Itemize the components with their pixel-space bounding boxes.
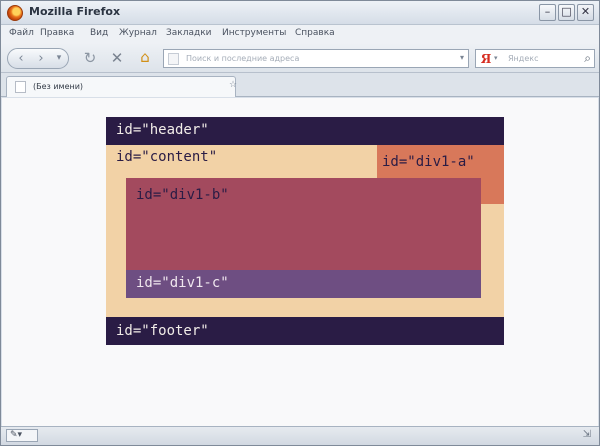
page-favicon-icon <box>168 53 179 65</box>
header-label: id="header" <box>116 122 209 138</box>
footer-label: id="footer" <box>116 323 209 339</box>
title-bar: Mozilla Firefox – □ ✕ <box>1 1 599 25</box>
back-forward-group: ‹ › ▾ <box>7 48 69 69</box>
minimize-button[interactable]: – <box>539 4 556 21</box>
search-bar[interactable]: Я ▾ Яндекс ⌕ <box>475 49 595 68</box>
firefox-logo-icon <box>7 5 23 21</box>
content-label: id="content" <box>116 149 218 165</box>
navigation-toolbar: ‹ › ▾ ↻ ✕ ⌂ Поиск и последние адреса ▾ Я… <box>1 43 599 73</box>
new-tab-icon[interactable]: ☆ <box>229 80 237 90</box>
menu-tools[interactable]: Инструменты <box>222 28 286 38</box>
div1-b-box: id="div1-b" <box>126 178 481 270</box>
history-dropdown-icon[interactable]: ▾ <box>48 49 70 68</box>
menu-edit[interactable]: Правка <box>40 28 74 38</box>
window-title: Mozilla Firefox <box>29 5 121 18</box>
yandex-logo-icon[interactable]: Я <box>479 52 493 66</box>
div1-b-label: id="div1-b" <box>136 187 229 203</box>
close-button[interactable]: ✕ <box>577 4 594 21</box>
address-placeholder: Поиск и последние адреса <box>186 54 300 63</box>
back-arrow-icon[interactable]: ‹ <box>10 49 32 68</box>
address-dropdown-icon[interactable]: ▾ <box>460 53 464 62</box>
header-box: id="header" <box>106 117 504 145</box>
resize-grip-icon[interactable]: ⇲ <box>583 429 591 440</box>
tab-favicon-icon <box>15 81 26 93</box>
tab-label: (Без имени) <box>33 82 84 91</box>
footer-box: id="footer" <box>106 317 504 345</box>
tab-strip: (Без имени) ☆ <box>1 73 599 97</box>
menu-bookmarks[interactable]: Закладки <box>166 28 212 38</box>
status-tool-icon[interactable]: ✎▾ <box>6 429 38 442</box>
home-icon[interactable]: ⌂ <box>136 48 154 66</box>
search-icon[interactable]: ⌕ <box>584 51 591 66</box>
menu-file[interactable]: Файл <box>9 28 34 38</box>
reload-icon[interactable]: ↻ <box>81 49 99 67</box>
menu-bar: Файл Правка Вид Журнал Закладки Инструме… <box>1 25 599 43</box>
engine-dropdown-icon[interactable]: ▾ <box>494 54 498 62</box>
stop-icon[interactable]: ✕ <box>108 49 126 67</box>
div1-a-label: id="div1-a" <box>382 154 475 170</box>
status-bar: ✎▾ ⇲ <box>1 426 599 445</box>
div1-c-box: id="div1-c" <box>126 270 481 298</box>
maximize-button[interactable]: □ <box>558 4 575 21</box>
search-placeholder: Яндекс <box>508 54 539 63</box>
menu-help[interactable]: Справка <box>295 28 335 38</box>
tab-untitled[interactable]: (Без имени) ☆ <box>6 76 237 97</box>
address-bar[interactable]: Поиск и последние адреса ▾ <box>163 49 469 68</box>
browser-window: Mozilla Firefox – □ ✕ Файл Правка Вид Жу… <box>0 0 600 446</box>
div1-c-label: id="div1-c" <box>136 275 229 291</box>
menu-view[interactable]: Вид <box>90 28 108 38</box>
menu-history[interactable]: Журнал <box>119 28 157 38</box>
page-viewport: id="header" id="content" id="div1-a" id=… <box>2 98 598 426</box>
